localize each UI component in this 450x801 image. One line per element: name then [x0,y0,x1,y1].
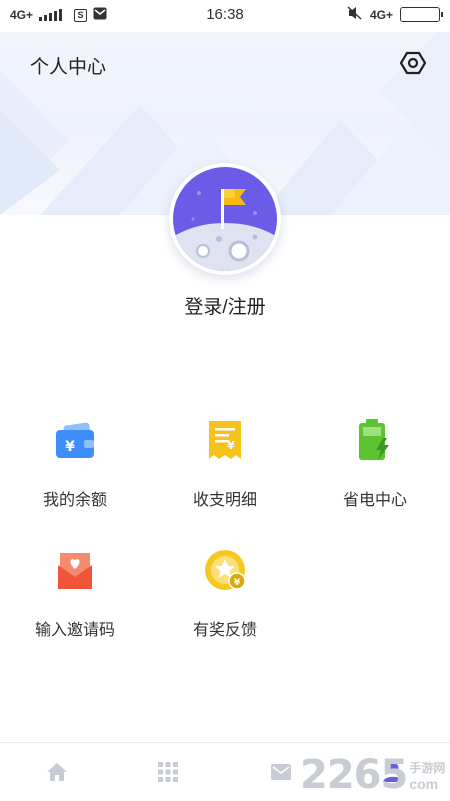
settings-button[interactable] [399,49,427,77]
watermark-suffix: com [409,775,439,792]
status-bar: 4G+ S 16:38 4G+ [0,0,450,32]
wallet-icon: ¥ [51,416,99,464]
nav-grid-button[interactable] [153,757,183,787]
page-title: 个人中心 [30,57,107,78]
message-icon [271,764,291,780]
site-watermark-logo: 2265 手游网 com [300,750,450,800]
watermark-digits: 2265 [300,752,408,798]
menu-item-transactions[interactable]: ¥ 收支明细 [150,416,300,526]
svg-text:¥: ¥ [65,439,75,455]
settings-icon [400,51,426,75]
menu-item-feedback-reward[interactable]: ¥ 有奖反馈 [150,546,300,656]
receipt-icon: ¥ [201,416,249,464]
avatar[interactable] [169,163,281,275]
svg-text:¥: ¥ [227,439,235,452]
network-type-label-right: 4G+ [369,7,393,22]
menu-item-label: 输入邀请码 [34,622,115,639]
nav-home-button[interactable] [42,757,72,787]
menu-item-invite-code[interactable]: 输入邀请码 [0,546,150,656]
battery-icon [400,7,443,22]
login-register-link[interactable]: 登录/注册 [0,292,450,319]
menu-item-label: 收支明细 [192,492,257,509]
watermark-text: 手游网 [409,760,446,775]
menu-item-label: 我的余额 [42,492,107,509]
mute-icon [347,6,363,23]
menu-item-power-saving[interactable]: 省电中心 [300,416,450,526]
moon-flag-avatar-icon [173,167,277,271]
battery-charge-icon [351,416,399,464]
menu-item-label: 有奖反馈 [192,622,257,639]
invite-envelope-icon [51,546,99,594]
menu-item-label: 省电中心 [342,492,407,509]
nav-message-button[interactable] [266,757,296,787]
grid-icon [158,762,178,782]
svg-text:¥: ¥ [234,578,241,588]
home-icon [47,763,67,781]
menu-item-balance[interactable]: ¥ 我的余额 [0,416,150,526]
reward-coin-icon: ¥ [201,546,249,594]
